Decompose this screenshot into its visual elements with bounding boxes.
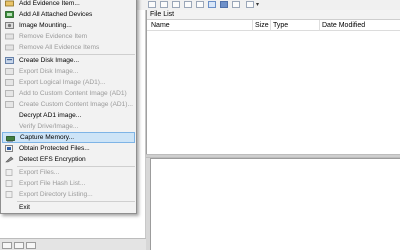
menu-item-label: Decrypt AD1 image... [19,112,82,119]
menu-item-export-files[interactable]: Export Files... [2,167,135,178]
menu-item-label: Add All Attached Devices [19,11,93,18]
toolbar-button[interactable] [184,1,192,8]
menu-item-label: Add Evidence Item... [19,0,80,7]
toolbar-button[interactable] [220,1,228,8]
filter-icon[interactable] [246,1,254,8]
menu-item-capture-memory[interactable]: Capture Memory... [2,132,135,143]
toolbar-button[interactable] [208,1,216,8]
protected-files-icon [5,145,14,152]
export-directory-icon [5,191,14,198]
menu-item-label: Create Custom Content Image (AD1)... [19,101,133,108]
menu-item-label: Export File Hash List... [19,180,86,187]
menu-item-detect-efs-encryption[interactable]: Detect EFS Encryption [2,154,135,165]
column-header-type[interactable]: Type [271,20,320,31]
dropdown-arrow-icon[interactable]: ▾ [256,2,259,8]
menu-item-create-custom-content-image[interactable]: Create Custom Content Image (AD1)... [2,99,135,110]
column-header-size[interactable]: Size [253,20,271,31]
remove-evidence-icon [5,33,14,40]
toolbar-button[interactable] [148,1,156,8]
file-list-title: File List [147,10,400,20]
toolbar-button[interactable] [172,1,180,8]
menu-item-obtain-protected-files[interactable]: Obtain Protected Files... [2,143,135,154]
export-files-icon [5,169,14,176]
menu-item-label: Remove Evidence Item [19,33,88,40]
menu-item-label: Export Directory Listing... [19,191,93,198]
file-menu: Add Evidence Item... Add All Attached De… [0,0,137,214]
menu-item-export-directory-listing[interactable]: Export Directory Listing... [2,189,135,200]
export-disk-image-icon [5,68,14,75]
menu-item-remove-evidence-item[interactable]: Remove Evidence Item [2,31,135,42]
image-mounting-icon [5,22,14,29]
status-segment [14,242,24,249]
column-header-name[interactable]: Name [149,20,253,31]
menu-item-label: Remove All Evidence Items [19,44,100,51]
toolbar-button[interactable] [196,1,204,8]
capture-memory-icon [6,135,15,142]
verify-icon [5,123,14,130]
status-segment [2,242,12,249]
menu-item-add-all-attached-devices[interactable]: Add All Attached Devices [2,9,135,20]
menu-item-label: Add to Custom Content Image (AD1) [19,90,127,97]
menu-item-label: Detect EFS Encryption [19,156,86,163]
toolbar-button[interactable] [160,1,168,8]
menu-item-exit[interactable]: Exit [2,202,135,213]
menu-item-add-to-custom-content-image[interactable]: Add to Custom Content Image (AD1) [2,88,135,99]
create-disk-image-icon [5,57,14,64]
create-custom-content-icon [5,101,14,108]
menu-item-label: Export Disk Image... [19,68,79,75]
menu-item-label: Capture Memory... [20,134,75,141]
efs-encryption-icon [5,156,14,163]
menu-item-create-disk-image[interactable]: Create Disk Image... [2,55,135,66]
menu-item-add-evidence-item[interactable]: Add Evidence Item... [2,0,135,9]
toolbar-button[interactable] [232,1,240,8]
menu-item-label: Image Mounting... [19,22,72,29]
menu-item-remove-all-evidence-items[interactable]: Remove All Evidence Items [2,42,135,53]
remove-all-evidence-icon [5,44,14,51]
menu-item-label: Verify Drive/Image... [19,123,79,130]
menu-item-image-mounting[interactable]: Image Mounting... [2,20,135,31]
menu-item-decrypt-ad1-image[interactable]: Decrypt AD1 image... [2,110,135,121]
menu-item-export-file-hash-list[interactable]: Export File Hash List... [2,178,135,189]
decrypt-icon [5,112,14,119]
tree-status-bar [0,238,146,250]
menu-item-label: Export Logical Image (AD1)... [19,79,106,86]
menu-item-label: Exit [19,204,30,211]
menu-item-export-disk-image[interactable]: Export Disk Image... [2,66,135,77]
add-custom-content-icon [5,90,14,97]
export-logical-image-icon [5,79,14,86]
file-list-pane: File List Name Size Type Date Modified [146,10,400,154]
file-list-header: Name Size Type Date Modified [147,20,400,31]
export-hash-list-icon [5,180,14,187]
evidence-item-icon [5,0,14,7]
menu-item-label: Obtain Protected Files... [19,145,90,152]
menu-item-label: Create Disk Image... [19,57,80,64]
viewer-pane [150,158,400,250]
menu-item-export-logical-image[interactable]: Export Logical Image (AD1)... [2,77,135,88]
menu-item-label: Export Files... [19,169,60,176]
attached-devices-icon [5,11,14,18]
status-segment [26,242,36,249]
column-header-date-modified[interactable]: Date Modified [320,20,399,31]
menu-item-verify-drive-image[interactable]: Verify Drive/Image... [2,121,135,132]
